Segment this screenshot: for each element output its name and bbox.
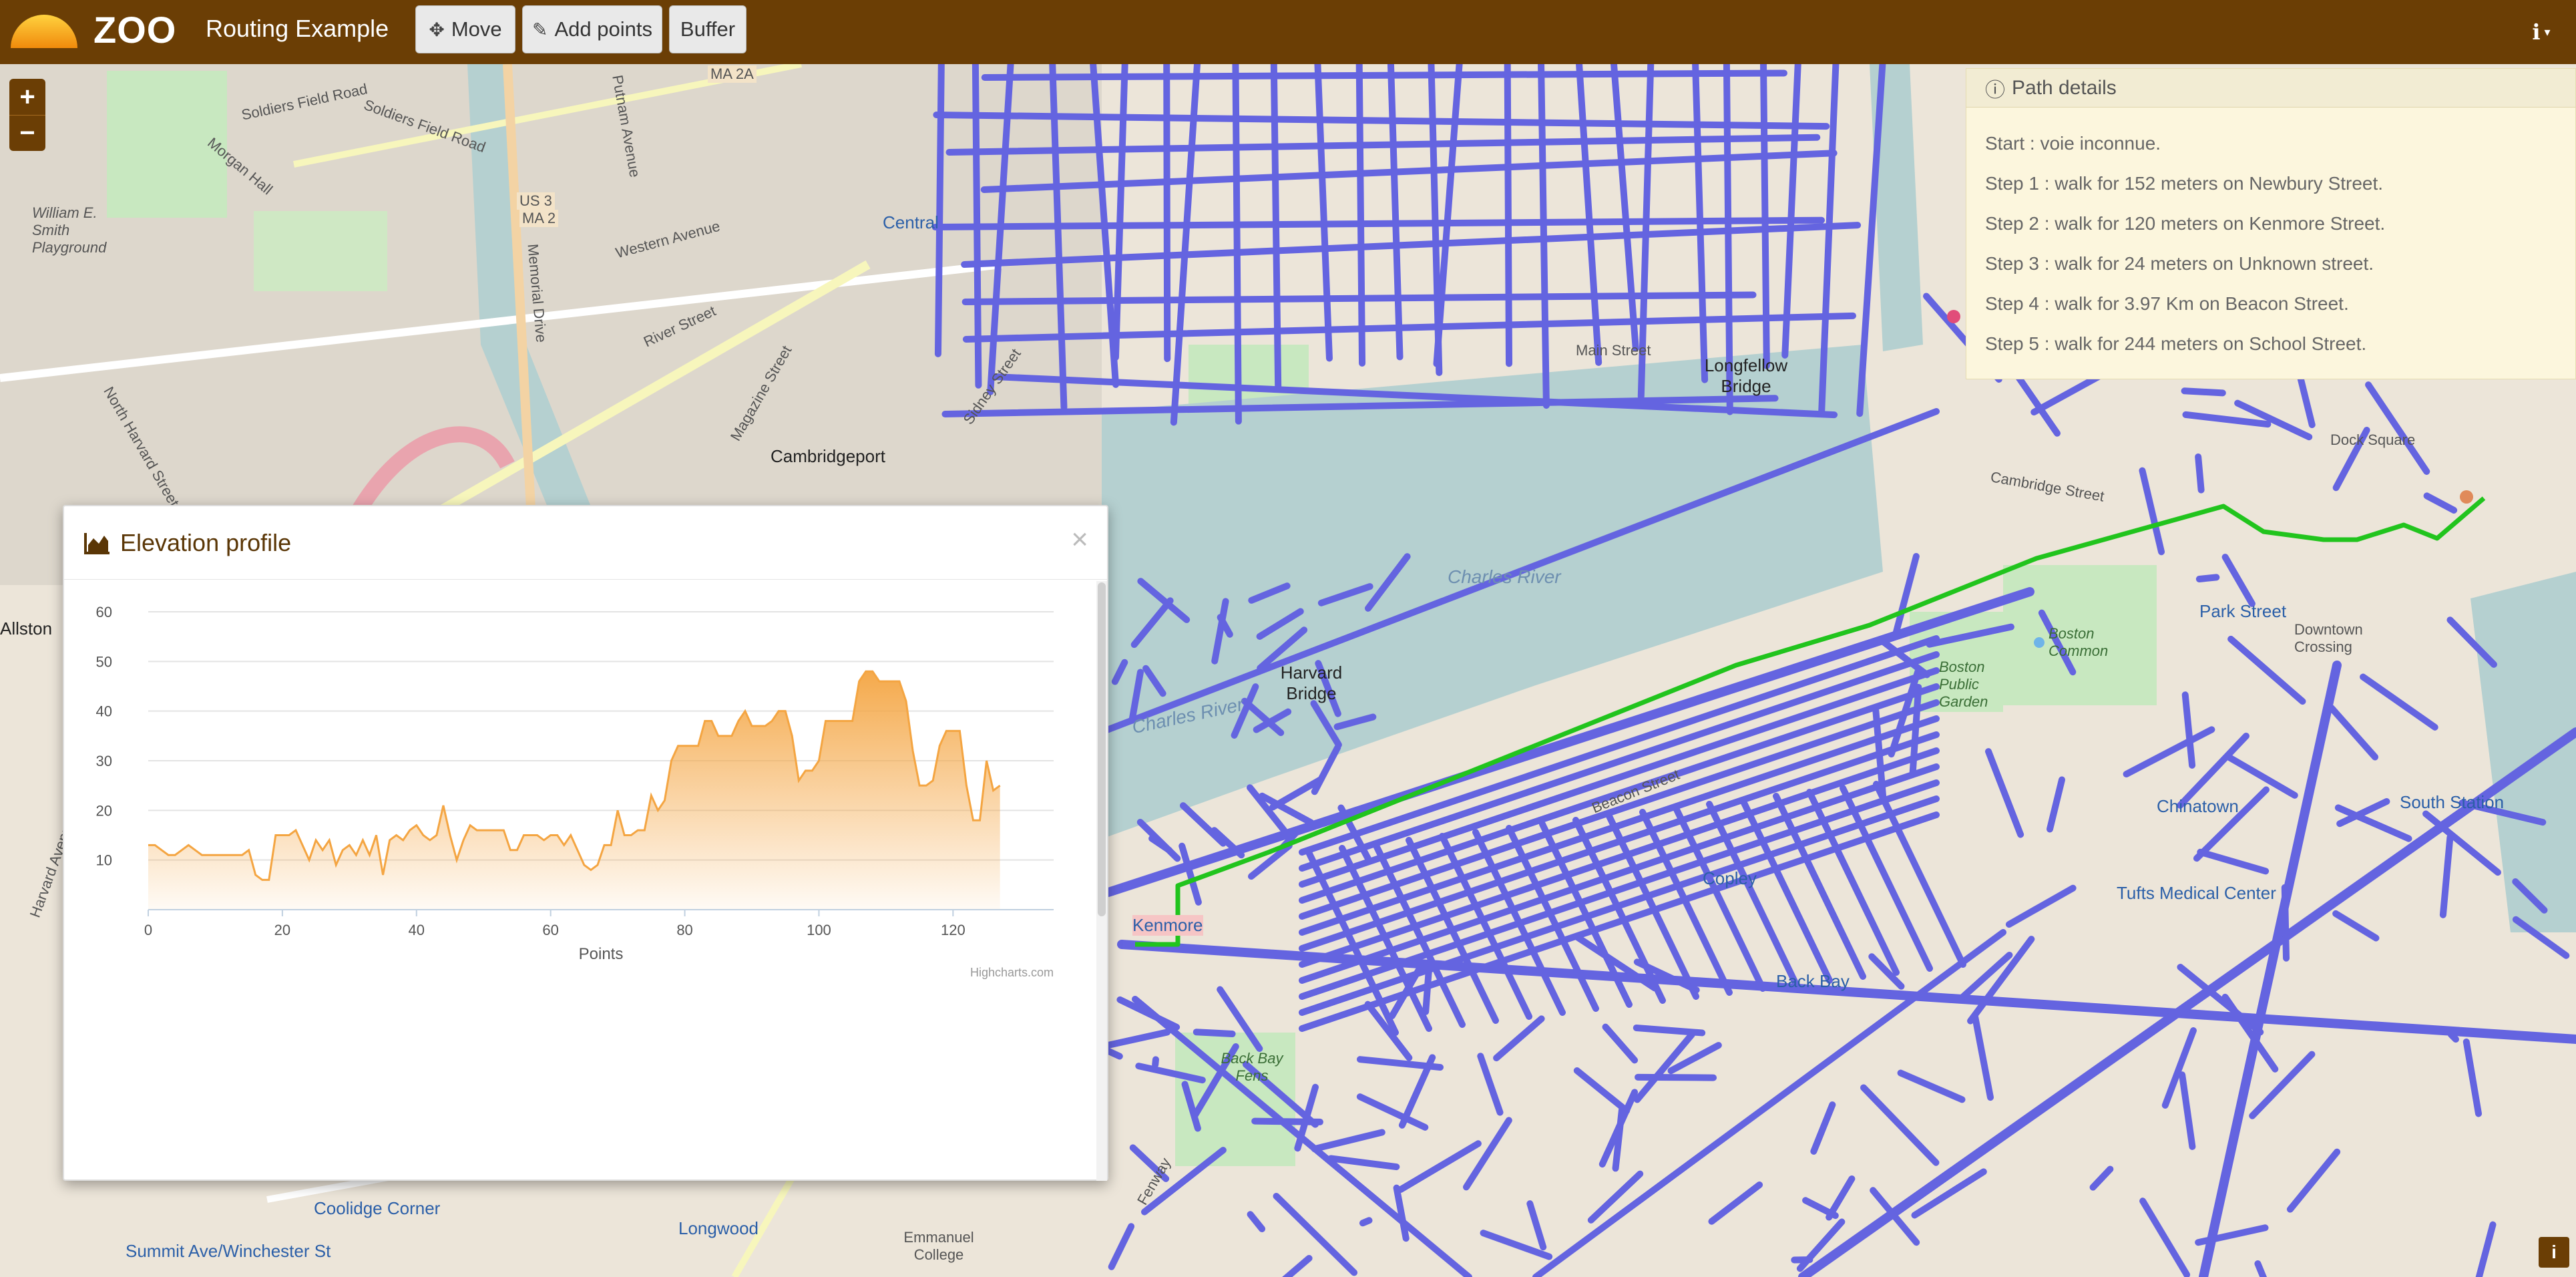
map-label: Tufts Medical Center — [2117, 883, 2276, 903]
map-label: Allston — [0, 618, 53, 638]
elevation-dialog-header[interactable]: Elevation profile — [64, 506, 1107, 580]
road-segment — [2195, 453, 2205, 494]
map-label: Back Bay — [1776, 971, 1850, 991]
map-label: Emmanuel College — [903, 1229, 974, 1263]
zoom-control: + − — [9, 79, 45, 151]
dialog-scrollbar[interactable] — [1096, 581, 1107, 1181]
y-tick-label: 20 — [96, 802, 112, 819]
map-label: Park Street — [2199, 601, 2287, 621]
map-label: Coolidge Corner — [314, 1198, 441, 1218]
top-navbar: ZOO Routing Example ✥ Move ✎ Add points … — [0, 0, 2576, 64]
x-tick-label: 80 — [676, 922, 692, 938]
road-segment — [1355, 64, 1366, 367]
path-step: Step 4 : walk for 3.97 Km on Beacon Stre… — [1985, 293, 2349, 314]
road-segment — [1152, 1056, 1159, 1069]
zoom-in-button[interactable]: + — [9, 79, 45, 115]
path-step: Start : voie inconnue. — [1985, 133, 2161, 154]
elevation-chart-container: 10 20 30 40 50 60 0 20 40 60 80 100 120 Points Highcha… — [64, 581, 1110, 1181]
road-segment — [934, 64, 945, 357]
map-label: Central — [883, 212, 939, 232]
map-label: Chinatown — [2157, 796, 2239, 816]
map-label: Longwood — [678, 1218, 759, 1238]
map-label: MA 2 — [519, 210, 559, 227]
buffer-button-label: Buffer — [680, 17, 736, 41]
close-button[interactable]: × — [1071, 525, 1088, 554]
map-label: Downtown Crossing — [2294, 621, 2363, 655]
y-tick-label: 60 — [96, 604, 112, 620]
map-label: Cambridgeport — [771, 446, 885, 466]
road-segment — [1635, 1073, 1717, 1081]
x-tick-label: 20 — [274, 922, 290, 938]
move-icon: ✥ — [429, 19, 445, 40]
road-segment — [1193, 1029, 1236, 1037]
caret-down-icon: ▾ — [2544, 25, 2551, 39]
buffer-button[interactable]: Buffer — [669, 5, 746, 53]
info-icon: ℹ — [2532, 20, 2541, 44]
y-tick-label: 10 — [96, 852, 112, 869]
x-axis-title: Points — [579, 945, 624, 963]
road-segment — [2181, 387, 2226, 397]
map-label: William E. Smith Playground — [32, 204, 107, 256]
path-step: Step 2 : walk for 120 meters on Kenmore … — [1985, 213, 2386, 234]
map-label: Charles River — [1448, 566, 1561, 587]
map-label: Copley — [1703, 868, 1757, 888]
map-label: US 3 — [517, 192, 555, 210]
y-tick-label: 30 — [96, 753, 112, 769]
road-segment — [2281, 884, 2290, 962]
map-label: Boston Public Garden — [1939, 659, 1988, 710]
road-segment — [981, 69, 1787, 81]
add-points-button-label: Add points — [554, 17, 652, 41]
y-tick-label: 40 — [96, 703, 112, 720]
elevation-dialog-title: Elevation profile — [120, 528, 292, 556]
chart-credit: Highcharts.com — [970, 966, 1054, 979]
move-button-label: Move — [451, 17, 502, 41]
road-segment — [2447, 1031, 2459, 1043]
map-label: Boston Common — [2049, 625, 2109, 659]
area-chart-icon — [84, 532, 110, 554]
pencil-icon: ✎ — [532, 19, 548, 40]
attribution-info-button[interactable]: i — [2539, 1237, 2569, 1268]
x-tick-label: 60 — [542, 922, 558, 938]
path-step: Step 5 : walk for 244 meters on School S… — [1985, 333, 2367, 354]
x-tick-label: 120 — [941, 922, 965, 938]
map-label: Dock Square — [2330, 431, 2416, 448]
x-tick-label: 40 — [409, 922, 425, 938]
map-label: MA 2A — [708, 65, 757, 83]
map-label: Kenmore — [1132, 915, 1203, 936]
info-dropdown-button[interactable]: ℹ ▾ — [2521, 16, 2561, 48]
zoo-logo-icon — [11, 15, 77, 48]
map-label: Summit Ave/Winchester St — [126, 1241, 331, 1261]
path-details-panel: ⓘ Path details Start : voie inconnue. St… — [1966, 68, 2576, 379]
map-label: Longfellow Bridge — [1704, 355, 1788, 396]
info-circle-icon: ⓘ — [1985, 79, 2005, 102]
x-tick-label: 100 — [807, 922, 831, 938]
path-step: Step 3 : walk for 24 meters on Unknown s… — [1985, 253, 2374, 274]
road-segment — [1504, 64, 1513, 367]
road-segment — [1422, 966, 1432, 1015]
elevation-chart: 10 20 30 40 50 60 0 20 40 60 80 100 120 Points Highcha… — [96, 604, 1054, 979]
y-tick-label: 50 — [96, 653, 112, 670]
road-segment — [1359, 1217, 1373, 1227]
move-button[interactable]: ✥ Move — [415, 5, 515, 53]
map-label: South Station — [2400, 792, 2505, 812]
map-label: Harvard Bridge — [1280, 663, 1343, 703]
app-title: Routing Example — [206, 15, 389, 42]
road-segment — [2195, 574, 2220, 582]
add-points-button[interactable]: ✎ Add points — [522, 5, 662, 53]
path-details-header[interactable]: ⓘ Path details — [1966, 69, 2575, 108]
road-segment — [1163, 64, 1171, 363]
elevation-area — [148, 671, 1000, 910]
zoom-out-button[interactable]: − — [9, 115, 45, 151]
map-label: Main Street — [1576, 342, 1651, 359]
x-tick-label: 0 — [144, 922, 152, 938]
elevation-profile-dialog: Elevation profile × 10 20 30 40 50 60 0 20 40 60 8… — [63, 505, 1108, 1181]
brand-name: ZOO — [93, 9, 177, 51]
path-step: Step 1 : walk for 152 meters on Newbury … — [1985, 173, 2384, 194]
path-details-title: Path details — [2012, 76, 2117, 99]
map-label: Back Bay Fens — [1221, 1050, 1283, 1084]
path-steps-list: Start : voie inconnue. Step 1 : walk for… — [1966, 108, 2575, 380]
